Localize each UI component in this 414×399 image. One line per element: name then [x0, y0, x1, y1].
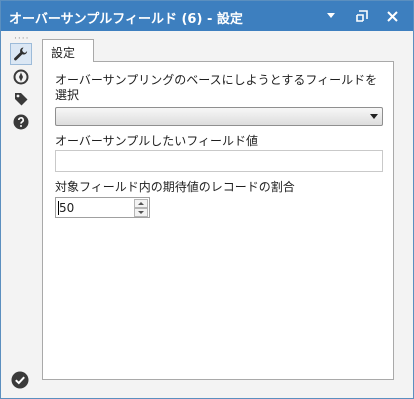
percent-value[interactable]: 50: [58, 201, 74, 215]
side-toolbar: ····: [1, 31, 39, 398]
help-icon[interactable]: [10, 111, 32, 133]
chevron-down-icon[interactable]: [318, 4, 344, 28]
dropdown-arrow-icon: [370, 114, 378, 119]
close-icon[interactable]: [379, 4, 405, 28]
arrow-up-icon: [138, 202, 144, 205]
base-field-label: オーバーサンプリングのベースにしようとするフィールドを選択: [55, 73, 378, 102]
wrench-icon[interactable]: [10, 43, 32, 65]
window-title: オーバーサンプルフィールド (6) - 設定: [9, 12, 243, 27]
title-bar[interactable]: オーバーサンプルフィールド (6) - 設定: [1, 1, 413, 31]
stepper-down-button[interactable]: [134, 208, 148, 217]
stepper-up-button[interactable]: [134, 199, 148, 208]
config-window: オーバーサンプルフィールド (6) - 設定 ···· 設定 オーバーサンプリン…: [0, 0, 414, 399]
oversample-value-input[interactable]: [55, 150, 383, 172]
tag-icon[interactable]: [10, 88, 32, 110]
tab-settings[interactable]: 設定: [42, 39, 94, 62]
settings-panel: オーバーサンプリングのベースにしようとするフィールドを選択 オーバーサンプルした…: [42, 61, 394, 380]
checkmark-icon[interactable]: [11, 371, 31, 391]
restore-icon[interactable]: [349, 4, 375, 28]
percent-stepper[interactable]: 50: [55, 197, 150, 218]
percent-label: 対象フィールド内の期待値のレコードの割合: [55, 180, 295, 194]
oversample-value-label: オーバーサンプルしたいフィールド値: [55, 134, 259, 148]
base-field-dropdown[interactable]: [55, 107, 383, 126]
arrow-down-icon: [138, 211, 144, 214]
compass-icon[interactable]: [10, 66, 32, 88]
